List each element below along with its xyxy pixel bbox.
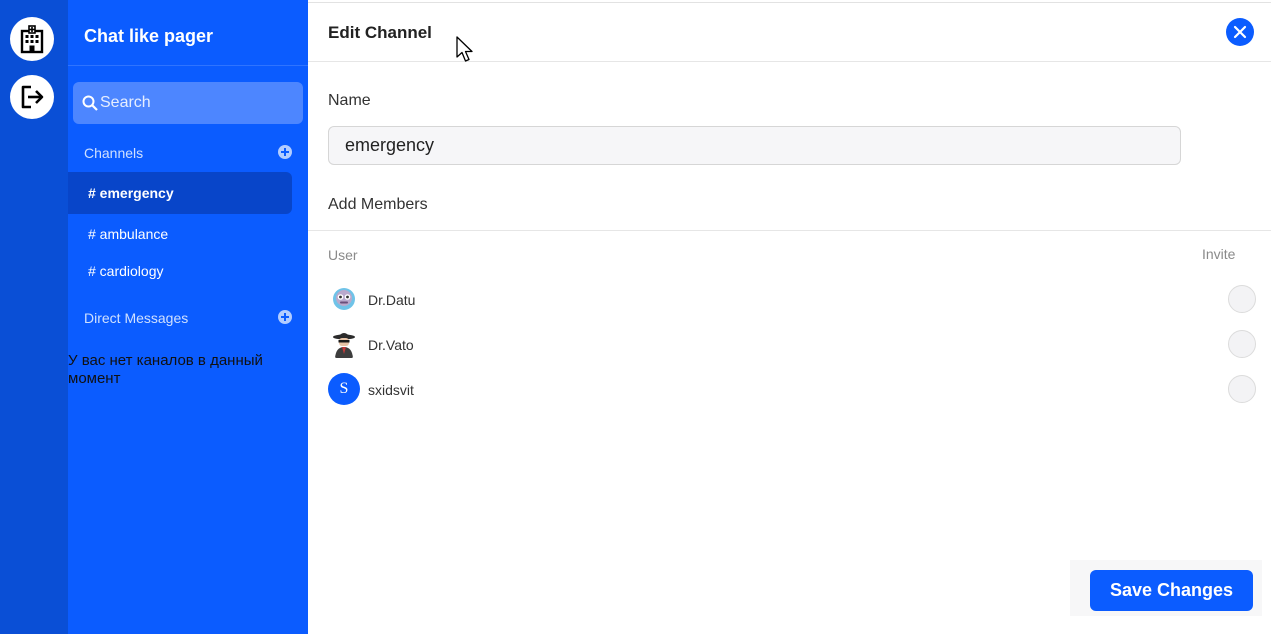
channel-name-input[interactable] bbox=[328, 126, 1181, 165]
channel-label: # cardiology bbox=[88, 263, 164, 279]
save-changes-button[interactable]: Save Changes bbox=[1090, 570, 1253, 611]
add-direct-message-icon[interactable] bbox=[278, 310, 292, 324]
members-divider bbox=[308, 230, 1271, 231]
spy-avatar-icon bbox=[333, 333, 355, 358]
member-name: Dr.Vato bbox=[368, 337, 414, 353]
user-column-header: User bbox=[328, 247, 358, 263]
close-icon bbox=[1233, 25, 1247, 39]
member-name: sxidsvit bbox=[368, 382, 414, 398]
member-row: S sxidsvit bbox=[328, 373, 1258, 407]
add-channel-icon[interactable] bbox=[278, 145, 292, 159]
channel-item-cardiology[interactable]: # cardiology bbox=[68, 250, 292, 292]
channel-item-ambulance[interactable]: # ambulance bbox=[68, 213, 292, 255]
invite-toggle-sxidsvit[interactable] bbox=[1228, 375, 1256, 403]
channel-label: # ambulance bbox=[88, 226, 169, 242]
channel-item-emergency[interactable]: # emergency bbox=[68, 172, 292, 214]
hospital-icon bbox=[20, 25, 44, 54]
app-title: Chat like pager bbox=[84, 26, 214, 46]
channels-section-label: Channels bbox=[84, 145, 144, 161]
app: Chat like pager Channels # emergency # a… bbox=[0, 0, 1271, 634]
avatar: S bbox=[328, 373, 360, 405]
avatar bbox=[328, 283, 360, 315]
sidebar-divider bbox=[68, 65, 308, 66]
search-icon bbox=[82, 95, 98, 111]
close-button[interactable] bbox=[1226, 18, 1254, 46]
header-divider bbox=[308, 61, 1271, 62]
robot-avatar-icon bbox=[333, 288, 355, 310]
logout-button[interactable] bbox=[10, 75, 54, 119]
avatar bbox=[328, 328, 360, 360]
panel-top-border bbox=[308, 2, 1271, 3]
invite-column-header: Invite bbox=[1202, 246, 1236, 262]
empty-direct-messages-text: У вас нет каналов в данный момент bbox=[68, 352, 263, 387]
hospital-button[interactable] bbox=[10, 17, 54, 61]
sidebar: Chat like pager Channels # emergency # a… bbox=[68, 0, 308, 634]
logout-icon bbox=[21, 85, 44, 109]
member-row: Dr.Vato bbox=[328, 328, 1258, 362]
invite-toggle-dr-vato[interactable] bbox=[1228, 330, 1256, 358]
search-box[interactable] bbox=[73, 82, 303, 124]
member-name: Dr.Datu bbox=[368, 292, 416, 308]
channel-label: # emergency bbox=[88, 185, 174, 201]
add-members-label: Add Members bbox=[328, 196, 428, 213]
panel-title: Edit Channel bbox=[328, 23, 432, 42]
invite-toggle-dr-datu[interactable] bbox=[1228, 285, 1256, 313]
mouse-cursor-icon bbox=[456, 36, 473, 62]
avatar-letter: S bbox=[339, 380, 349, 397]
app-rail bbox=[0, 0, 68, 634]
name-label: Name bbox=[328, 92, 371, 109]
search-input[interactable] bbox=[100, 94, 290, 112]
direct-messages-section-label: Direct Messages bbox=[84, 310, 189, 326]
member-row: Dr.Datu bbox=[328, 283, 1258, 317]
edit-channel-panel: Edit Channel Name Add Members User Invit… bbox=[308, 0, 1271, 634]
